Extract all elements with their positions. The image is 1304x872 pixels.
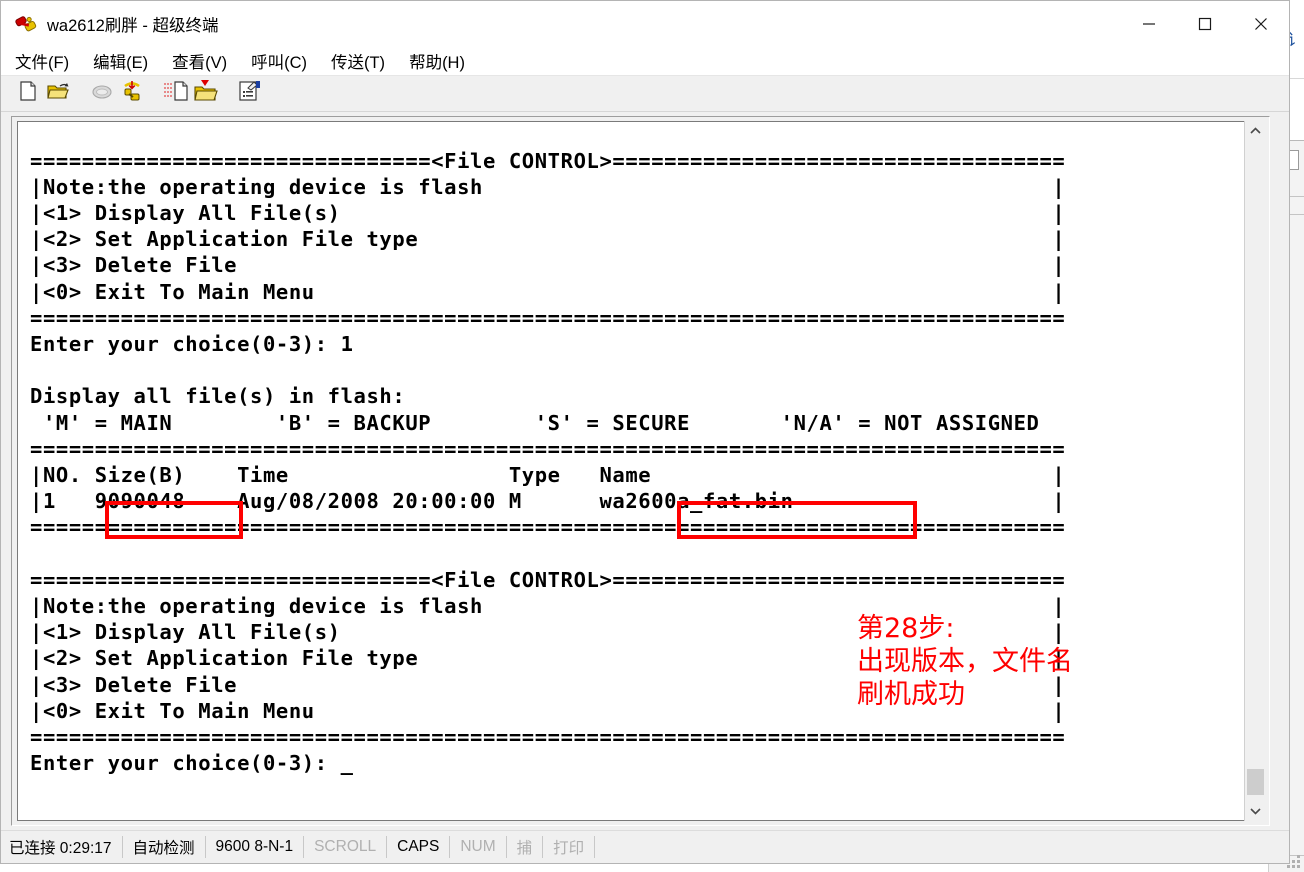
receive-file-button[interactable] (191, 79, 221, 109)
menu-file[interactable]: 文件(F) (15, 49, 69, 73)
phone-hangup-icon (90, 80, 114, 107)
close-button[interactable] (1233, 1, 1289, 46)
menu-help[interactable]: 帮助(H) (409, 49, 465, 73)
properties-icon (238, 80, 262, 107)
window-title: wa2612刷胖 - 超级终端 (47, 16, 219, 35)
toolbar (1, 76, 1289, 112)
status-num: NUM (450, 836, 507, 858)
status-bar: 已连接 0:29:17 自动检测 9600 8-N-1 SCROLL CAPS … (1, 830, 1289, 863)
open-connection-button[interactable] (43, 79, 73, 109)
hyperterminal-window: wa2612刷胖 - 超级终端 文件(F) 编辑(E) 查看(V) 呼叫(C) … (0, 0, 1290, 864)
scroll-down-arrow-icon[interactable] (1245, 801, 1266, 821)
status-scroll: SCROLL (304, 836, 388, 858)
annotation-note: 第28步: 出现版本，文件名 刷机成功 (857, 613, 1073, 710)
page-icon (17, 80, 39, 107)
scrollbar-thumb[interactable] (1247, 769, 1264, 795)
scroll-up-arrow-icon[interactable] (1245, 121, 1266, 141)
status-autodetect: 自动检测 (123, 836, 206, 858)
status-spacer (595, 836, 615, 858)
terminal-screen[interactable]: ===============================<File CON… (17, 121, 1248, 821)
window-controls (1121, 1, 1289, 46)
terminal-frame: ===============================<File CON… (11, 116, 1270, 826)
status-connected-time: 已连接 0:29:17 (1, 836, 123, 858)
hyperterminal-phone-icon (15, 12, 39, 36)
menu-bar: 文件(F) 编辑(E) 查看(V) 呼叫(C) 传送(T) 帮助(H) (1, 46, 1289, 76)
menu-transfer[interactable]: 传送(T) (331, 49, 385, 73)
menu-edit[interactable]: 编辑(E) (93, 49, 148, 73)
properties-button[interactable] (235, 79, 265, 109)
maximize-button[interactable] (1177, 1, 1233, 46)
title-bar[interactable]: wa2612刷胖 - 超级终端 (1, 1, 1289, 46)
terminal-scrollbar[interactable] (1244, 121, 1265, 821)
disconnect-button (87, 79, 117, 109)
minimize-button[interactable] (1121, 1, 1177, 46)
resize-grip[interactable] (1287, 855, 1301, 869)
menu-call[interactable]: 呼叫(C) (251, 49, 307, 73)
status-print: 打印 (543, 836, 596, 858)
new-connection-button[interactable] (13, 79, 43, 109)
send-page-icon (163, 80, 189, 107)
phone-call-icon (120, 79, 144, 108)
send-file-button[interactable] (161, 79, 191, 109)
folder-open-icon (46, 80, 70, 107)
menu-view[interactable]: 查看(V) (172, 49, 227, 73)
status-capture: 捕 (507, 836, 544, 858)
status-caps: CAPS (387, 836, 451, 858)
receive-folder-icon (193, 79, 219, 108)
connect-button[interactable] (117, 79, 147, 109)
status-port-settings: 9600 8-N-1 (206, 836, 305, 858)
